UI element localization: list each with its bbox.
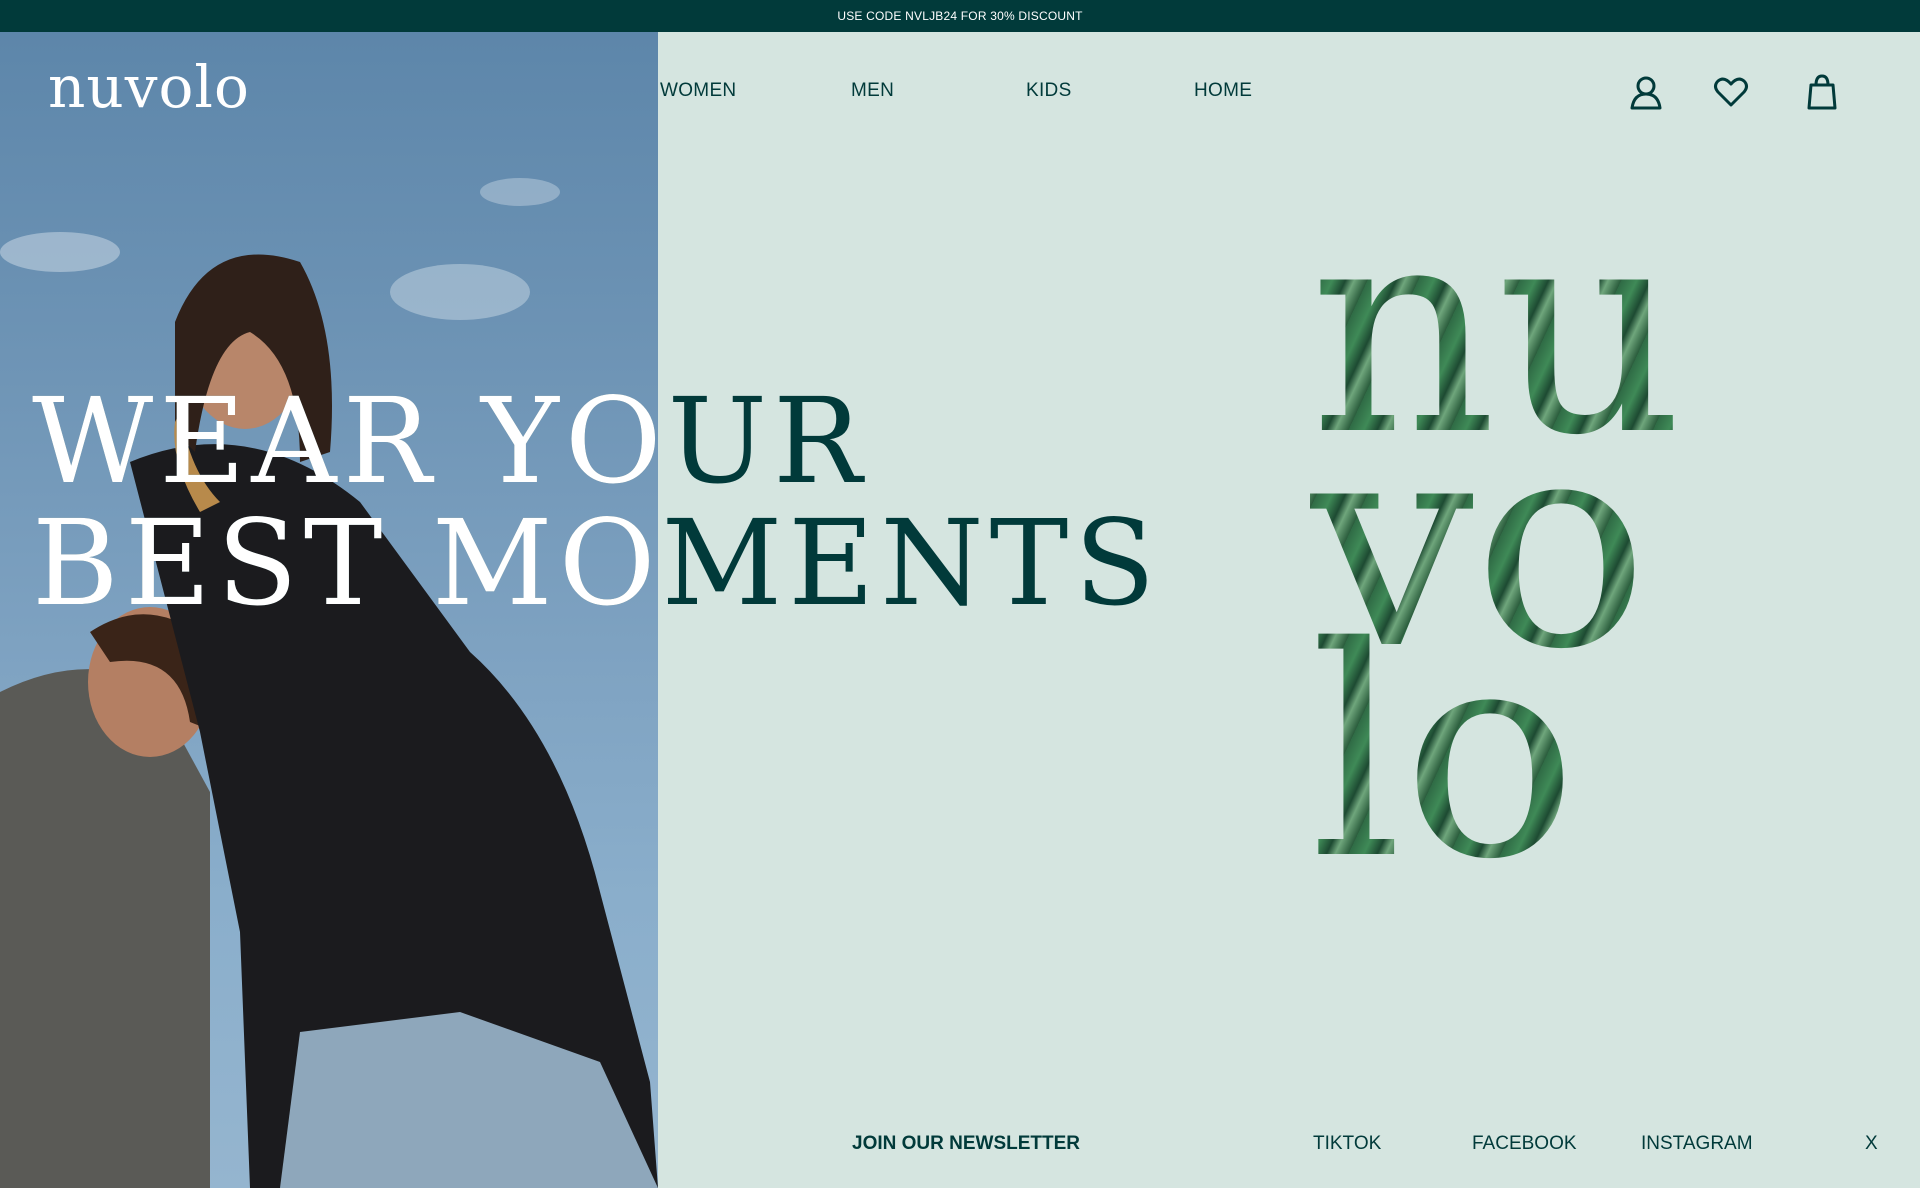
user-icon[interactable] xyxy=(1626,72,1666,112)
nav-women[interactable]: WOMEN xyxy=(660,80,736,102)
heart-icon[interactable] xyxy=(1711,72,1751,112)
shopping-bag-icon[interactable] xyxy=(1802,72,1842,112)
close-button[interactable]: X xyxy=(1865,1133,1878,1155)
nav-men[interactable]: MEN xyxy=(851,80,894,102)
announcement-bar: USE CODE NVLJB24 FOR 30% DISCOUNT xyxy=(0,0,1920,32)
hero-line-1: WEAR YOUR xyxy=(32,372,868,510)
brand-logo[interactable]: nuvolo xyxy=(48,58,250,116)
nav-kids[interactable]: KIDS xyxy=(1026,80,1072,102)
tiktok-link[interactable]: TIKTOK xyxy=(1313,1133,1381,1155)
announcement-text: USE CODE NVLJB24 FOR 30% DISCOUNT xyxy=(837,9,1083,23)
big-logo-row-3: lo xyxy=(1310,586,1578,923)
facebook-link[interactable]: FACEBOOK xyxy=(1472,1133,1577,1155)
newsletter-link[interactable]: JOIN OUR NEWSLETTER xyxy=(852,1133,1080,1155)
hero-line-2: BEST MOMENTS xyxy=(32,494,1162,632)
nav-home[interactable]: HOME xyxy=(1194,80,1252,102)
instagram-link[interactable]: INSTAGRAM xyxy=(1641,1133,1753,1155)
hero-headline: WEAR YOUR BEST MOMENTS xyxy=(32,380,1161,624)
